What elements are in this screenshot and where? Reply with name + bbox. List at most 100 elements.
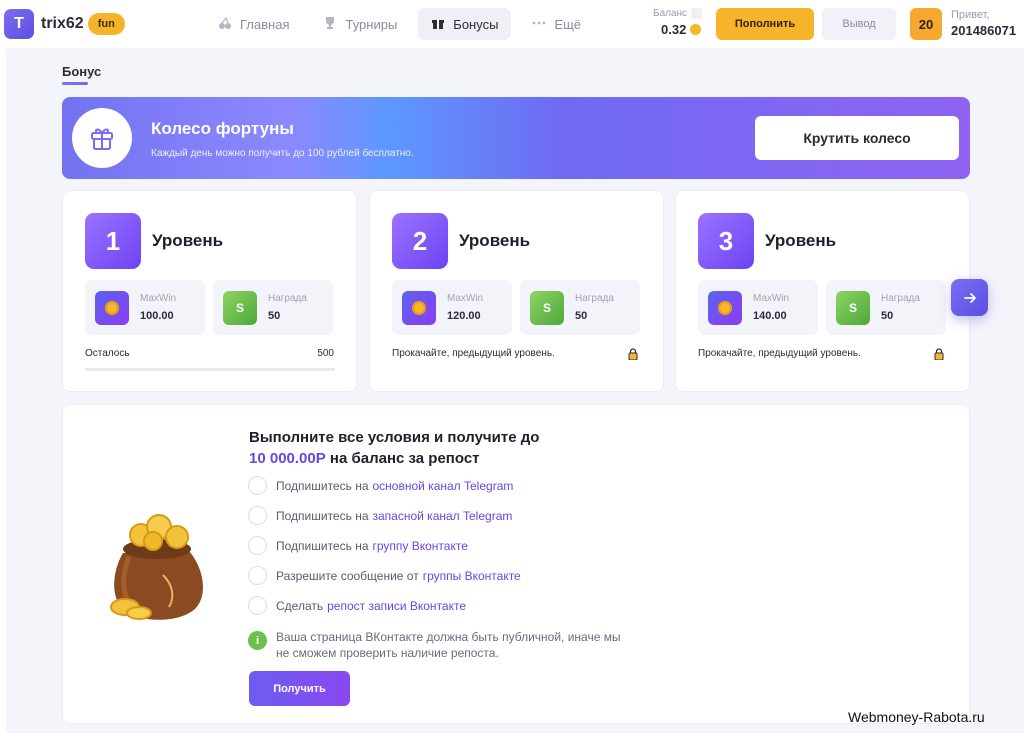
balance-label: Баланс — [653, 8, 703, 19]
condition-item[interactable]: Сделать репост записи Вконтакте — [248, 596, 466, 615]
level-title: Уровень — [765, 231, 837, 250]
balance-value: 0.32 — [661, 22, 702, 37]
balance-widget[interactable]: Баланс 0.32 — [653, 8, 703, 37]
arrow-right-icon — [963, 292, 976, 303]
cherries-icon — [218, 16, 232, 33]
coin-icon — [95, 291, 129, 325]
nav-item-bonuses[interactable]: Бонусы — [418, 8, 512, 40]
remain-label: Осталось — [85, 348, 130, 359]
wheel-banner: Колесо фортуны Каждый день можно получит… — [62, 97, 970, 179]
logo-fun-badge: fun — [87, 13, 125, 35]
repost-title: Выполните все условия и получите до 10 0… — [249, 429, 540, 467]
condition-link[interactable]: запасной канал Telegram — [373, 509, 513, 523]
wheel-subtitle: Каждый день можно получить до 100 рублей… — [151, 148, 414, 159]
nav-label: Турниры — [345, 16, 398, 32]
nav-item-more[interactable]: Ещё — [519, 8, 594, 40]
reward-value: 50 — [268, 310, 281, 322]
repost-card: Выполните все условия и получите до 10 0… — [62, 404, 970, 724]
condition-link[interactable]: основной канал Telegram — [373, 479, 514, 493]
coin-icon — [708, 291, 742, 325]
gift-icon — [72, 108, 132, 168]
user-greeting: Привет, — [951, 9, 990, 21]
level-title: Уровень — [152, 231, 224, 250]
nav-item-home[interactable]: Главная — [205, 8, 302, 40]
maxwin-box: MaxWin 100.00 — [85, 280, 205, 335]
coin-icon — [690, 24, 702, 36]
reward-label: Награда — [575, 293, 614, 304]
reward-value: 50 — [575, 310, 588, 322]
logo[interactable]: T trix62 fun — [4, 9, 125, 39]
trophy-icon — [323, 16, 337, 33]
condition-item[interactable]: Разрешите сообщение от группы Вконтакте — [248, 566, 521, 585]
watermark: Webmoney-Rabota.ru — [848, 709, 985, 725]
logo-text: trix62 — [41, 15, 84, 32]
logo-badge: T — [4, 9, 34, 39]
money-bag-icon — [110, 514, 203, 620]
condition-item[interactable]: Подпишитесь на запасной канал Telegram — [248, 506, 512, 525]
maxwin-value: 120.00 — [447, 310, 481, 322]
lock-icon — [628, 348, 638, 360]
condition-link[interactable]: группу Вконтакте — [373, 539, 468, 553]
level-number: 2 — [392, 213, 448, 269]
radio-unchecked[interactable] — [248, 476, 267, 495]
gift-icon — [431, 16, 445, 33]
maxwin-box: MaxWin 140.00 — [698, 280, 818, 335]
condition-item[interactable]: Подпишитесь на группу Вконтакте — [248, 536, 468, 555]
info-icon: i — [248, 631, 267, 650]
radio-unchecked[interactable] — [248, 566, 267, 585]
level-number: 1 — [85, 213, 141, 269]
radio-unchecked[interactable] — [248, 596, 267, 615]
reward-label: Награда — [881, 293, 920, 304]
condition-item[interactable]: Подпишитесь на основной канал Telegram — [248, 476, 513, 495]
deposit-button[interactable]: Пополнить — [716, 8, 814, 40]
lock-icon — [934, 348, 944, 360]
remain-value: 500 — [317, 348, 334, 359]
user-id[interactable]: 201486071 — [951, 23, 1016, 38]
level-card-1: 1 Уровень MaxWin 100.00 S Награда 50 Ост… — [62, 190, 357, 392]
user-level-badge[interactable]: 20 — [910, 8, 942, 40]
locked-text: Прокачайте, предыдущий уровень. — [392, 348, 555, 359]
maxwin-value: 100.00 — [140, 310, 174, 322]
title-underline — [62, 82, 88, 85]
reward-box: S Награда 50 — [826, 280, 946, 335]
nav-label: Ещё — [554, 16, 582, 32]
reward-box: S Награда 50 — [520, 280, 640, 335]
reward-icon: S — [223, 291, 257, 325]
maxwin-label: MaxWin — [753, 293, 790, 304]
info-text: Ваша страница ВКонтакте должна быть публ… — [276, 630, 621, 660]
maxwin-label: MaxWin — [140, 293, 177, 304]
reward-label: Награда — [268, 293, 307, 304]
top-header: T trix62 fun Главная Турниры Бонусы Ещё … — [0, 0, 1024, 48]
reward-box: S Награда 50 — [213, 280, 333, 335]
level-title: Уровень — [459, 231, 531, 250]
get-bonus-button[interactable]: Получить — [249, 671, 350, 706]
more-dots-icon — [532, 16, 546, 33]
page-title: Бонус — [62, 64, 102, 79]
info-note: i Ваша страница ВКонтакте должна быть пу… — [248, 629, 626, 661]
level-number: 3 — [698, 213, 754, 269]
chevron-down-icon — [691, 8, 703, 19]
radio-unchecked[interactable] — [248, 506, 267, 525]
nav-label: Главная — [240, 16, 290, 32]
left-edge — [0, 48, 6, 733]
reward-icon: S — [836, 291, 870, 325]
withdraw-button[interactable]: Вывод — [822, 8, 896, 40]
main-nav: Главная Турниры Бонусы Ещё — [205, 8, 594, 40]
condition-link[interactable]: репост записи Вконтакте — [327, 599, 466, 613]
maxwin-label: MaxWin — [447, 293, 484, 304]
maxwin-box: MaxWin 120.00 — [392, 280, 512, 335]
nav-label: Бонусы — [453, 16, 499, 32]
radio-unchecked[interactable] — [248, 536, 267, 555]
repost-amount: 10 000.00Р — [249, 450, 326, 467]
locked-text: Прокачайте, предыдущий уровень. — [698, 348, 861, 359]
reward-icon: S — [530, 291, 564, 325]
condition-link[interactable]: группы Вконтакте — [423, 569, 521, 583]
level-card-2: 2 Уровень MaxWin 120.00 S Награда 50 Про… — [369, 190, 664, 392]
spin-wheel-button[interactable]: Крутить колесо — [755, 116, 959, 160]
nav-item-tournaments[interactable]: Турниры — [310, 8, 410, 40]
coin-icon — [402, 291, 436, 325]
level-card-3: 3 Уровень MaxWin 140.00 S Награда 50 Про… — [675, 190, 970, 392]
next-levels-button[interactable] — [951, 279, 988, 316]
maxwin-value: 140.00 — [753, 310, 787, 322]
reward-value: 50 — [881, 310, 894, 322]
